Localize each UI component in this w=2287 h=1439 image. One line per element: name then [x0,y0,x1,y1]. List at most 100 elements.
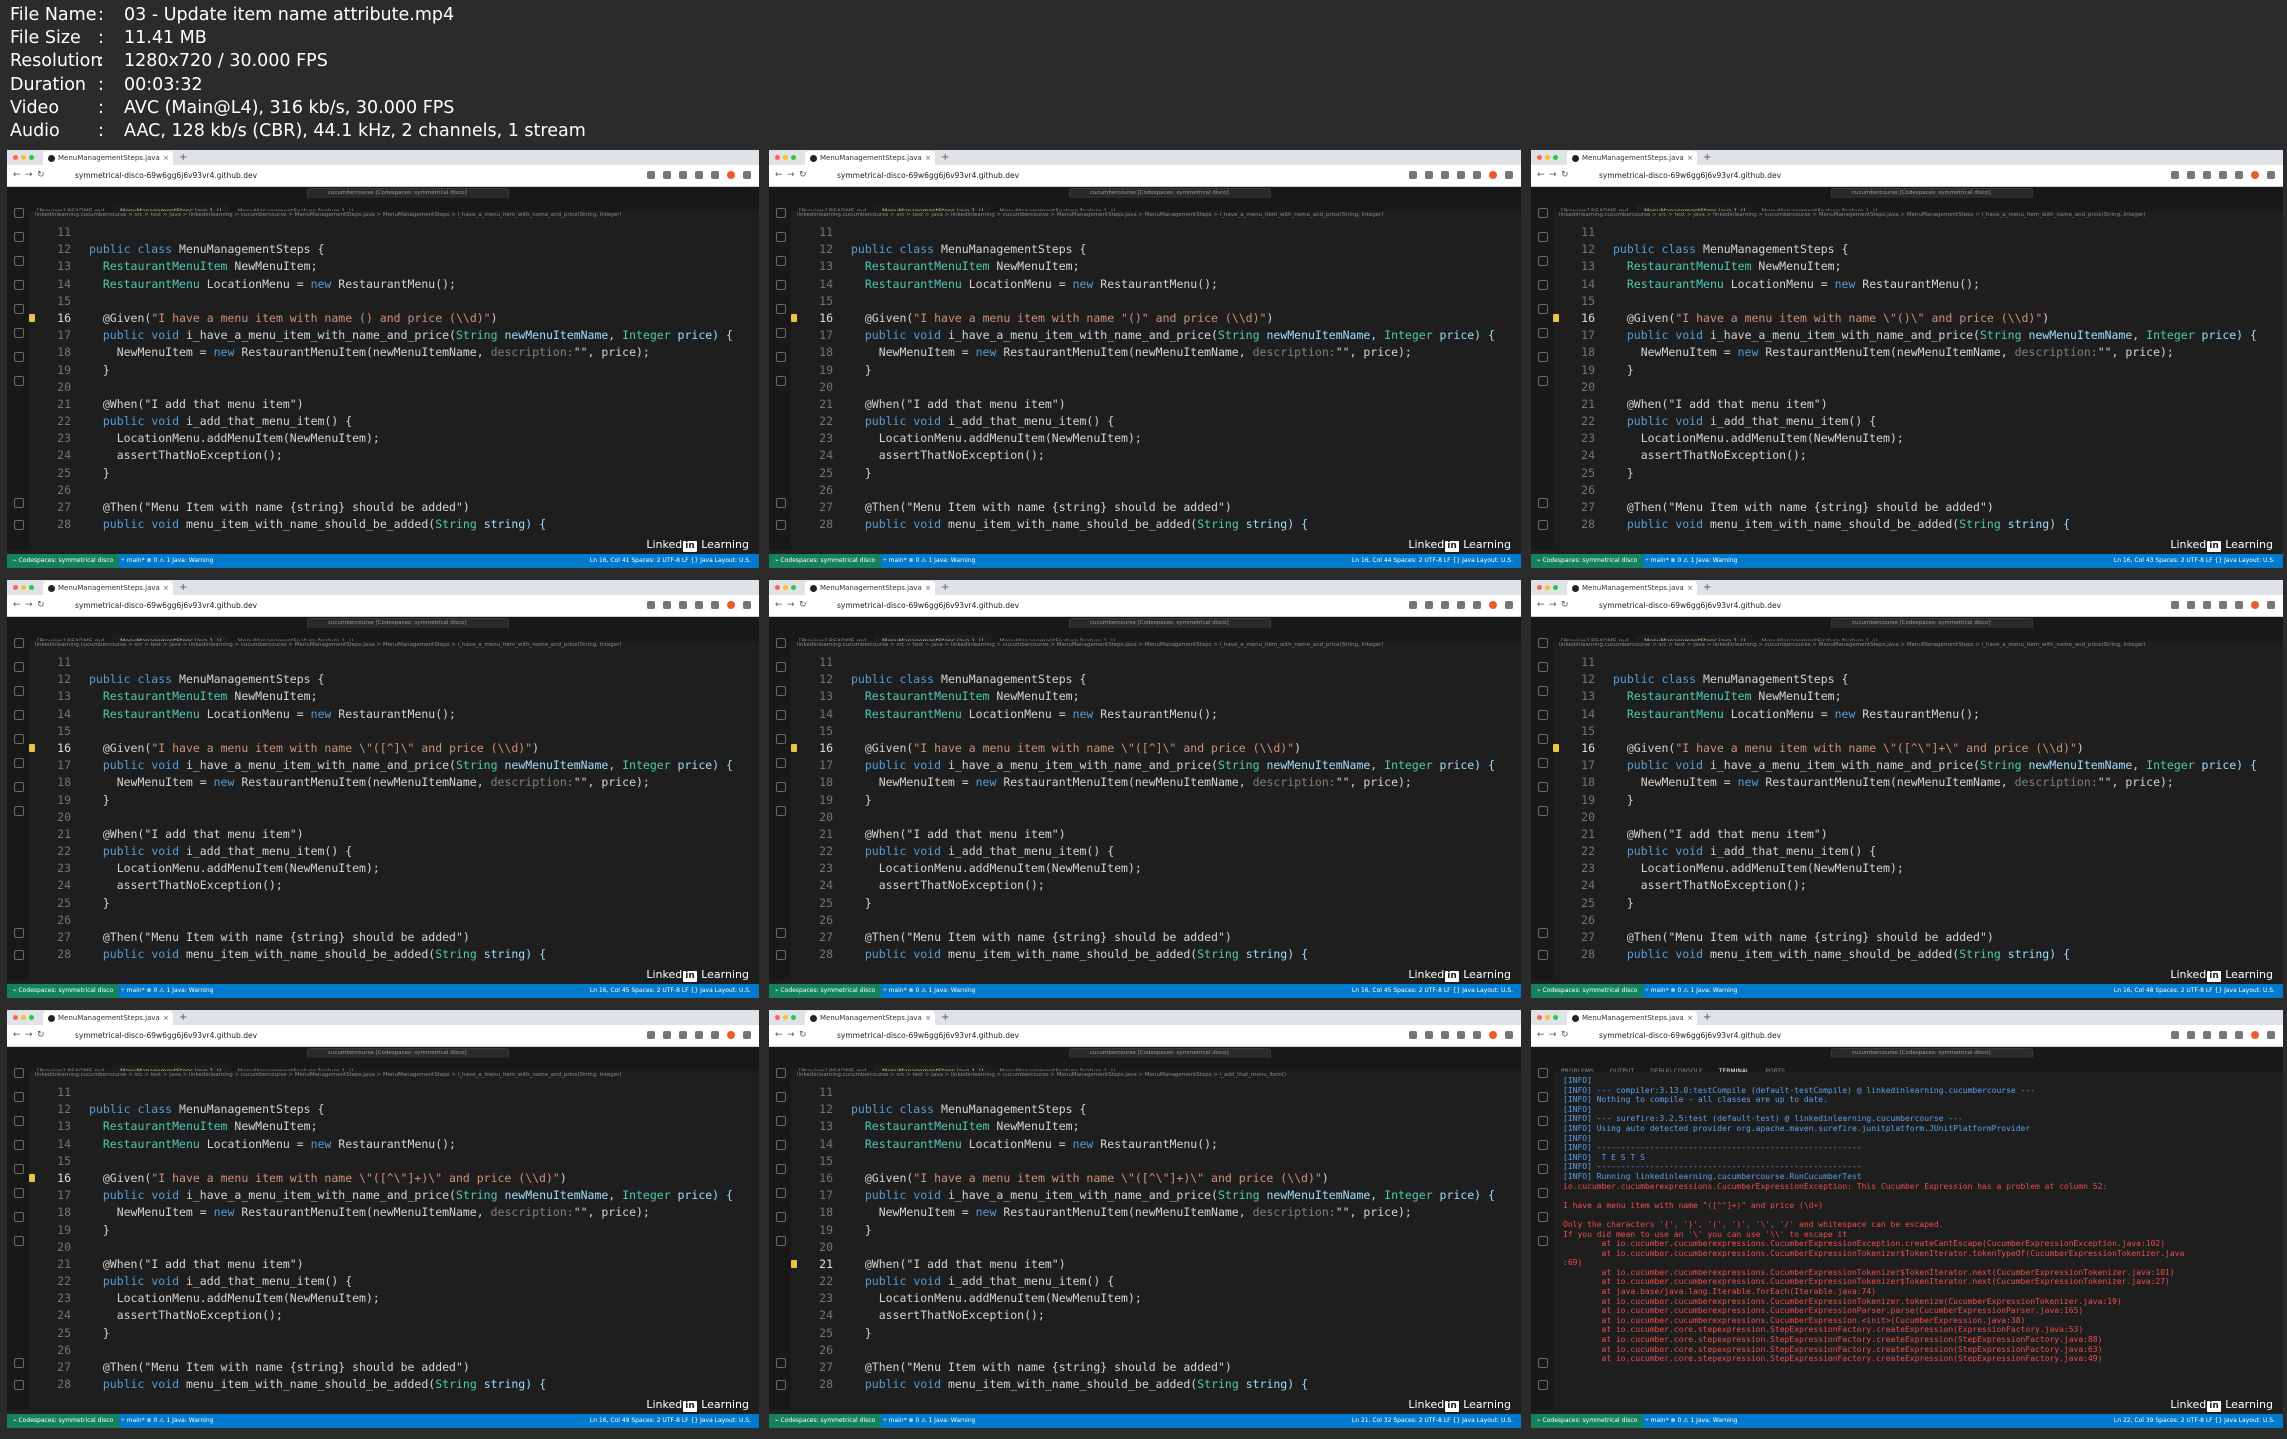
search-icon[interactable] [1538,662,1548,672]
run-debug-icon[interactable] [14,710,24,720]
extension-icon[interactable] [1425,1031,1433,1039]
browser-tab[interactable]: MenuManagementSteps.java × [805,151,935,165]
extension-icon[interactable] [663,601,671,609]
extension-icon[interactable] [2203,1031,2211,1039]
testing-icon[interactable] [1538,352,1548,362]
window-close-dot[interactable] [13,1015,18,1020]
extensions-icon[interactable] [1538,734,1548,744]
code-editor[interactable]: 11 12 public class MenuManagementSteps {13… [29,224,759,550]
window-minimize-dot[interactable] [1545,155,1550,160]
extension-icon[interactable] [2267,171,2275,179]
browser-tab[interactable]: MenuManagementSteps.java × [43,1011,173,1025]
extension-icon[interactable] [1409,171,1417,179]
extension-icon[interactable] [2267,601,2275,609]
extension-icon[interactable] [2203,601,2211,609]
account-icon[interactable] [14,1358,24,1368]
code-editor[interactable]: 11 12 public class MenuManagementSteps {13… [791,1084,1521,1410]
browser-tab[interactable]: MenuManagementSteps.java × [1567,1011,1697,1025]
extensions-icon[interactable] [14,304,24,314]
extension-icon[interactable] [727,171,735,179]
account-icon[interactable] [14,498,24,508]
extension-icon[interactable] [647,171,655,179]
url-field[interactable]: symmetrical-disco-69w6gg6j6v93vr4.github… [837,1029,1357,1042]
extension-icon[interactable] [2267,1031,2275,1039]
forward-icon[interactable]: → [787,600,795,610]
back-icon[interactable]: ← [775,170,783,180]
github-icon[interactable] [14,376,24,386]
extension-icon[interactable] [727,1031,735,1039]
panel-tab[interactable]: TERMINAL [1711,1065,1758,1072]
back-icon[interactable]: ← [1537,170,1545,180]
run-debug-icon[interactable] [776,280,786,290]
account-icon[interactable] [14,928,24,938]
forward-icon[interactable]: → [1549,1030,1557,1040]
remote-icon[interactable] [14,758,24,768]
testing-icon[interactable] [776,352,786,362]
extension-icon[interactable] [1425,171,1433,179]
remote-icon[interactable] [776,1188,786,1198]
code-editor[interactable]: 11 12 public class MenuManagementSteps {13… [791,654,1521,980]
panel-tab[interactable]: OUTPUT [1602,1065,1642,1072]
reload-icon[interactable]: ↻ [1561,600,1569,610]
extension-icon[interactable] [1473,1031,1481,1039]
window-zoom-dot[interactable] [29,1015,34,1020]
extension-icon[interactable] [1457,171,1465,179]
window-close-dot[interactable] [775,585,780,590]
code-editor[interactable]: 11 12 public class MenuManagementSteps {13… [29,1084,759,1410]
back-icon[interactable]: ← [13,1030,21,1040]
remote-indicator[interactable]: ⌁ Codespaces: symmetrical disco [7,1414,120,1428]
window-minimize-dot[interactable] [21,155,26,160]
remote-icon[interactable] [1538,328,1548,338]
github-icon[interactable] [776,376,786,386]
reload-icon[interactable]: ↻ [1561,1030,1569,1040]
back-icon[interactable]: ← [1537,600,1545,610]
extension-icon[interactable] [743,171,751,179]
extension-icon[interactable] [711,171,719,179]
explorer-icon[interactable] [1538,638,1548,648]
url-field[interactable]: symmetrical-disco-69w6gg6j6v93vr4.github… [837,169,1357,182]
panel-tab[interactable]: DEBUG CONSOLE [1642,1065,1711,1072]
extension-icon[interactable] [2171,601,2179,609]
browser-tab[interactable]: MenuManagementSteps.java × [43,581,173,595]
extension-icon[interactable] [743,601,751,609]
reload-icon[interactable]: ↻ [799,1030,807,1040]
gear-icon[interactable] [1538,520,1548,530]
extension-icon[interactable] [1505,601,1513,609]
testing-icon[interactable] [14,352,24,362]
remote-indicator[interactable]: ⌁ Codespaces: symmetrical disco [7,984,120,998]
account-icon[interactable] [776,928,786,938]
window-zoom-dot[interactable] [29,155,34,160]
extension-icon[interactable] [1425,601,1433,609]
gear-icon[interactable] [776,520,786,530]
remote-indicator[interactable]: ⌁ Codespaces: symmetrical disco [7,554,120,568]
browser-tab[interactable]: MenuManagementSteps.java × [1567,581,1697,595]
extension-icon[interactable] [647,601,655,609]
explorer-icon[interactable] [14,638,24,648]
url-field[interactable]: symmetrical-disco-69w6gg6j6v93vr4.github… [837,599,1357,612]
window-minimize-dot[interactable] [783,585,788,590]
forward-icon[interactable]: → [25,1030,33,1040]
url-field[interactable]: symmetrical-disco-69w6gg6j6v93vr4.github… [1599,169,2119,182]
window-minimize-dot[interactable] [1545,585,1550,590]
testing-icon[interactable] [776,1212,786,1222]
back-icon[interactable]: ← [775,1030,783,1040]
extension-icon[interactable] [1489,171,1497,179]
search-icon[interactable] [14,232,24,242]
remote-icon[interactable] [14,328,24,338]
extension-icon[interactable] [1505,171,1513,179]
search-icon[interactable] [14,662,24,672]
extension-icon[interactable] [1441,1031,1449,1039]
extensions-icon[interactable] [14,1164,24,1174]
github-icon[interactable] [14,1236,24,1246]
extension-icon[interactable] [2187,171,2195,179]
search-icon[interactable] [776,662,786,672]
explorer-icon[interactable] [14,208,24,218]
reload-icon[interactable]: ↻ [37,1030,45,1040]
search-icon[interactable] [776,1092,786,1102]
search-icon[interactable] [776,232,786,242]
forward-icon[interactable]: → [787,1030,795,1040]
gear-icon[interactable] [776,1380,786,1390]
panel-tab[interactable]: PORTS [1757,1065,1793,1072]
testing-icon[interactable] [776,782,786,792]
explorer-icon[interactable] [1538,1068,1548,1078]
